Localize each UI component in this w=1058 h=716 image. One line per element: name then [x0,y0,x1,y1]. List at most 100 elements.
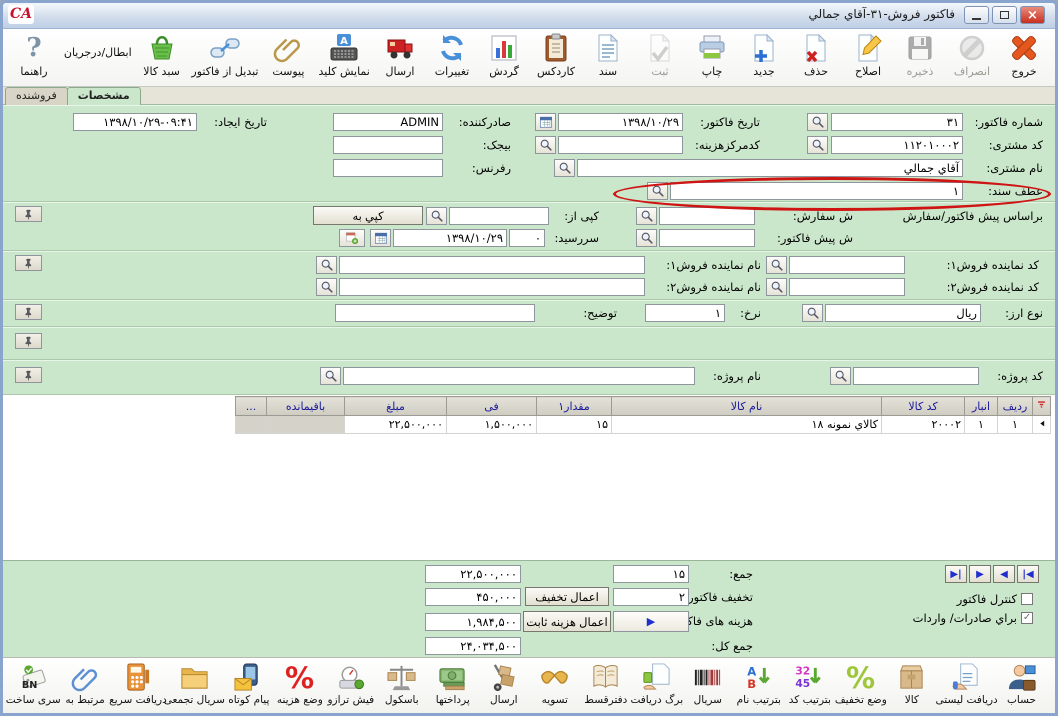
proforma-no-field[interactable] [659,229,755,247]
atf-sanad-search-button[interactable] [647,182,668,200]
bottombar-settlement-button[interactable]: تسویه [529,661,580,707]
toolbar-send-button[interactable]: ارسال [375,31,425,79]
toolbar-delete-button[interactable]: حذف [791,31,841,79]
section-order-pin-button[interactable] [15,206,42,222]
cell-remain[interactable] [266,415,345,434]
currency-search-button[interactable] [802,304,823,322]
nav-next-button[interactable]: ▶ [969,565,991,583]
toolbar-convert-from-invoice-button[interactable]: تبدیل از فاکتور [189,31,262,79]
items-table[interactable]: ردیف انبار کد کالا نام کالا مقدار۱ فی مبلغ باقی… [235,396,1051,434]
copy-from-field[interactable] [449,207,549,225]
tab-seller[interactable]: فروشنده [5,87,68,105]
column-header-qty[interactable]: مقدار۱ [536,396,612,416]
invoice-date-calendar-button[interactable] [535,113,556,131]
customer-name-field[interactable]: آقاي جمالي [577,159,963,177]
cell-price[interactable]: ۱,۵۰۰,۰۰۰ [446,415,537,434]
maximize-button[interactable] [992,6,1017,24]
bottombar-cumulative-serial-button[interactable]: سریال تجمعی [164,661,225,707]
cell-code[interactable]: ۲۰۰۰۲ [881,415,965,434]
bottombar-dispatch-button[interactable]: ارسال [478,661,529,707]
bottombar-sort-by-name-button[interactable]: A B بترتیب نام [733,661,784,707]
bottombar-quick-receive-button[interactable]: دریافت سریع [109,661,167,707]
copy-from-search-button[interactable] [426,207,447,225]
project-code-search-button[interactable] [830,367,851,385]
bottombar-payments-button[interactable]: پرداختها [427,661,478,707]
bottombar-weighbridge-button[interactable]: باسکول [376,661,427,707]
cell-dots[interactable] [235,415,267,434]
toolbar-help-button[interactable]: ? راهنما [9,31,59,79]
due-date-calendar-button[interactable] [370,229,391,247]
close-button[interactable]: × [1020,6,1045,24]
toolbar-void-in-progress-button[interactable]: ابطال/درجریان [61,31,135,60]
discount-pct-field[interactable]: ۲ [613,588,689,606]
issuer-field[interactable]: ADMIN [333,113,443,131]
toolbar-show-keys-button[interactable]: A نمایش کلید [315,31,373,79]
export-import-box[interactable]: ✓ [1021,612,1033,624]
toolbar-voucher-button[interactable]: سند [583,31,633,79]
nav-last-button[interactable]: ▶| [945,565,967,583]
bottombar-sms-button[interactable]: پیام کوتاه [223,661,274,707]
rate-field[interactable]: ۱ [645,304,725,322]
cell-amount[interactable]: ۲۲,۵۰۰,۰۰۰ [344,415,447,434]
atf-sanad-field[interactable]: ۱ [670,182,963,200]
cell-qty[interactable]: ۱۵ [536,415,612,434]
bottombar-account-button[interactable]: حساب [996,661,1047,707]
bottombar-installment-book-button[interactable]: دفترقسط [580,661,631,707]
invoice-date-field[interactable]: ۱۳۹۸/۱۰/۲۹ [558,113,683,131]
column-header-radif[interactable]: ردیف [997,396,1033,416]
tab-details[interactable]: مشخصات [66,87,141,105]
bottombar-related-to-button[interactable]: مرتبط به [60,661,111,707]
toolbar-goods-basket-button[interactable]: سبد کالا [137,31,187,79]
cell-radif[interactable]: ۱ [997,415,1033,434]
toolbar-new-button[interactable]: جدید [739,31,789,79]
section-project-pin-button[interactable] [15,367,42,383]
bottombar-receipt-sheet-button[interactable]: برگ دریافت [630,661,683,707]
cell-name[interactable]: کالاي نمونه ۱۸ [611,415,882,434]
column-header-anbar[interactable]: انبار [964,396,998,416]
column-header-code[interactable]: کد کالا [881,396,965,416]
project-name-search-button[interactable] [320,367,341,385]
toolbar-attachment-button[interactable]: پیوست [263,31,313,79]
column-header-amount[interactable]: مبلغ [344,396,447,416]
invoice-control-box[interactable] [1021,593,1033,605]
bijak-field[interactable] [333,136,443,154]
proforma-no-search-button[interactable] [636,229,657,247]
toolbar-edit-button[interactable]: اصلاح [843,31,893,79]
bottombar-scale-slip-button[interactable]: فیش ترازو [325,661,376,707]
rep2-code-field[interactable] [789,278,905,296]
toolbar-kardex-button[interactable]: کاردکس [531,31,581,79]
section-extra-pin-button[interactable] [15,333,42,349]
bottombar-batch-series-button[interactable]: BN سری ساخت [6,661,61,707]
order-no-field[interactable] [659,207,755,225]
customer-code-search-button[interactable] [807,136,828,154]
cost-center-field[interactable] [558,136,683,154]
rep2-name-field[interactable] [339,278,645,296]
apply-discount-button[interactable]: اعمال تخفیف [525,587,609,606]
project-code-field[interactable] [853,367,979,385]
bottombar-serial-button[interactable]: سریال [682,661,733,707]
minimize-button[interactable] [964,6,989,24]
column-header-price[interactable]: فی [446,396,537,416]
toolbar-changes-button[interactable]: تغییرات [427,31,477,79]
nav-prev-button[interactable]: ◀ [993,565,1015,583]
toolbar-exit-button[interactable]: خروج [999,31,1049,79]
reference-field[interactable] [333,159,443,177]
rep1-code-search-button[interactable] [766,256,787,274]
cell-anbar[interactable]: ۱ [964,415,998,434]
due-date-calc-button[interactable] [339,229,365,247]
grid-filter-icon[interactable] [1032,396,1051,416]
description-field[interactable] [335,304,535,322]
section-reps-pin-button[interactable] [15,255,42,271]
rep2-name-search-button[interactable] [316,278,337,296]
rep1-code-field[interactable] [789,256,905,274]
rep2-code-search-button[interactable] [766,278,787,296]
cost-center-search-button[interactable] [535,136,556,154]
column-header-name[interactable]: نام کالا [611,396,882,416]
nav-first-button[interactable]: |◀ [1017,565,1039,583]
apply-fixed-cost-button[interactable]: اعمال هزینه ثابت [523,611,611,632]
project-name-field[interactable] [343,367,695,385]
section-currency-pin-button[interactable] [15,304,42,320]
bottombar-sort-by-code-button[interactable]: 32 45 بترتیب کد [784,661,835,707]
currency-field[interactable]: ریال [825,304,981,322]
due-date-field[interactable]: ۱۳۹۸/۱۰/۲۹ [393,229,507,247]
